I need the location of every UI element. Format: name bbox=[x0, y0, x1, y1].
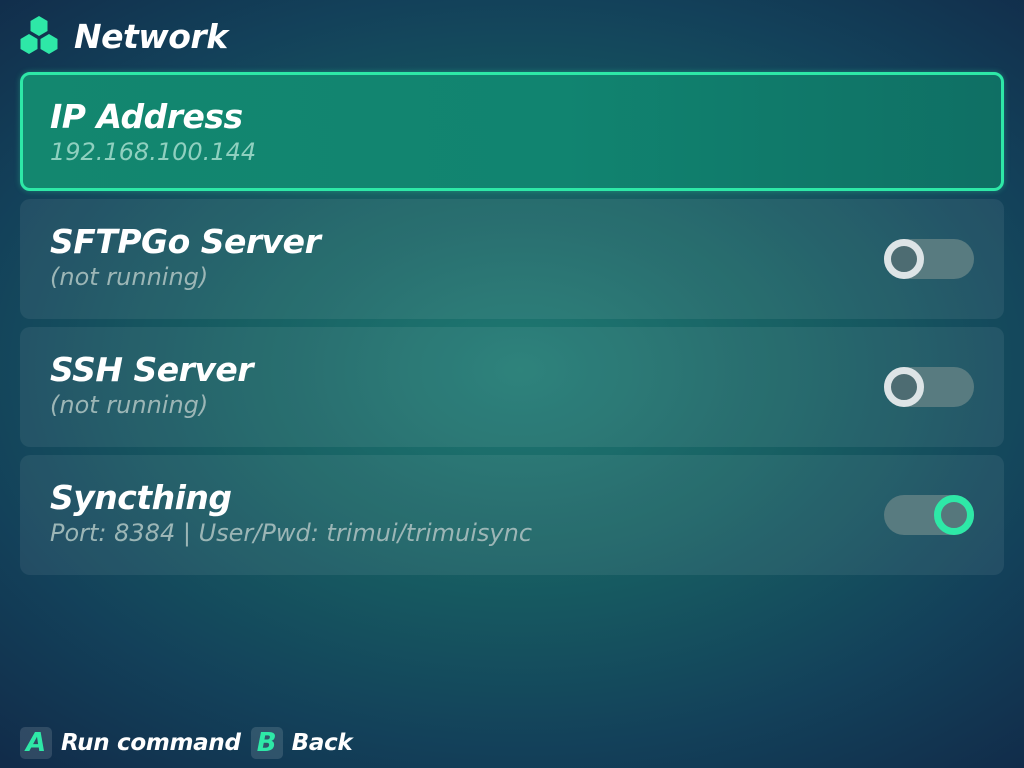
settings-list: IP Address 192.168.100.144 SFTPGo Server… bbox=[20, 72, 1004, 583]
item-subtitle: (not running) bbox=[50, 263, 209, 291]
header: Network bbox=[18, 14, 228, 58]
item-subtitle: (not running) bbox=[50, 391, 209, 419]
back-hint[interactable]: Back bbox=[292, 730, 353, 756]
item-title: SSH Server bbox=[50, 350, 254, 389]
item-title: Syncthing bbox=[50, 478, 232, 517]
item-subtitle: 192.168.100.144 bbox=[50, 138, 257, 166]
list-item-syncthing[interactable]: Syncthing Port: 8384 | User/Pwd: trimui/… bbox=[20, 455, 1004, 575]
list-item-ssh-server[interactable]: SSH Server (not running) bbox=[20, 327, 1004, 447]
item-subtitle: Port: 8384 | User/Pwd: trimui/trimuisync bbox=[50, 519, 533, 547]
page-title: Network bbox=[74, 16, 228, 56]
item-title: SFTPGo Server bbox=[50, 222, 321, 261]
sftpgo-toggle[interactable] bbox=[884, 239, 974, 279]
list-item-ip-address[interactable]: IP Address 192.168.100.144 bbox=[20, 72, 1004, 191]
ssh-toggle[interactable] bbox=[884, 367, 974, 407]
item-title: IP Address bbox=[50, 97, 243, 136]
list-item-sftpgo-server[interactable]: SFTPGo Server (not running) bbox=[20, 199, 1004, 319]
button-hints: A Run command B Back bbox=[20, 727, 362, 759]
toggle-knob bbox=[884, 239, 924, 279]
hexagons-icon bbox=[18, 15, 60, 57]
b-button-icon: B bbox=[250, 727, 283, 759]
toggle-knob bbox=[934, 495, 974, 535]
toggle-knob bbox=[884, 367, 924, 407]
a-button-icon: A bbox=[20, 727, 52, 759]
syncthing-toggle[interactable] bbox=[884, 495, 974, 535]
run-command-hint[interactable]: Run command bbox=[61, 730, 241, 756]
